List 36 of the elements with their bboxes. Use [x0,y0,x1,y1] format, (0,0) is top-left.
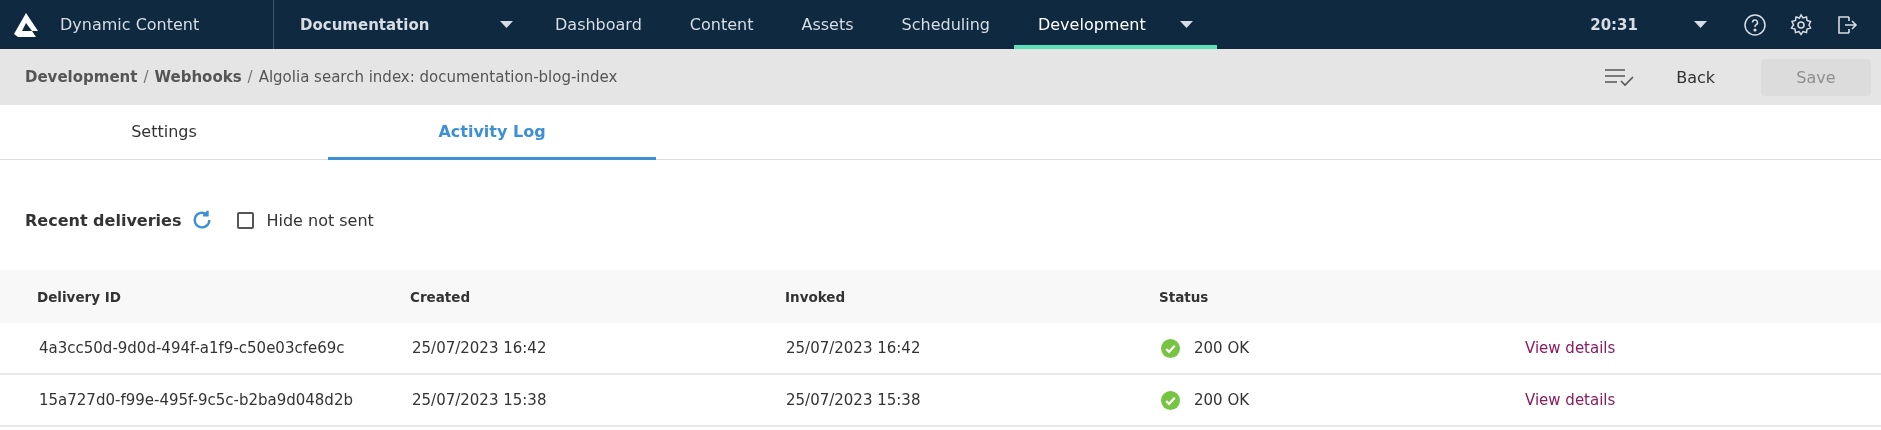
nav-tab[interactable]: Assets [777,0,878,49]
nav-tab[interactable]: Scheduling [877,0,1014,49]
app-name: Dynamic Content [60,15,200,34]
tab[interactable]: Settings [0,105,328,160]
column-header: Created [373,270,748,323]
table-cell: 15a727d0-f99e-495f-9c5c-b2ba9d048d2b [0,375,373,427]
logo-icon [12,11,40,38]
breadcrumb-item: Algolia search index: documentation-blog-index [258,68,618,86]
table-cell: 25/07/2023 15:38 [748,375,1122,427]
settings-icon[interactable] [1789,12,1813,37]
table-cell: 25/07/2023 15:38 [373,375,748,427]
back-button[interactable]: Back [1670,66,1721,88]
breadcrumb-item[interactable]: Webhooks [154,68,242,86]
section-title: Recent deliveries [25,210,182,230]
breadcrumb-separator: / [247,68,253,86]
nav-tab[interactable]: Dashboard [531,0,666,49]
column-header: Invoked [748,270,1122,323]
caret-icon [1694,21,1707,28]
view-details-link[interactable]: View details [1525,339,1616,357]
column-header: Delivery ID [0,270,373,323]
table-cell: 4a3cc50d-9d0d-494f-a1f9-c50e03cfe69c [0,323,373,375]
column-header: Status [1122,270,1512,323]
checklist-icon[interactable] [1604,67,1635,87]
help-icon[interactable] [1743,12,1767,37]
status-text: 200 OK [1194,339,1250,357]
breadcrumb-item[interactable]: Development [25,68,138,86]
caret-icon [500,21,513,28]
breadcrumb-separator: / [143,68,149,86]
table-cell: 25/07/2023 16:42 [373,323,748,375]
hide-not-sent-checkbox[interactable]: Hide not sent [237,210,374,230]
nav-tab[interactable]: Content [665,0,778,49]
table-cell: 25/07/2023 16:42 [748,323,1122,375]
status-text: 200 OK [1194,391,1250,409]
view-details-link[interactable]: View details [1525,391,1616,409]
clock-dropdown[interactable]: 20:31 [1590,15,1707,34]
hub-selector[interactable]: Documentation [274,0,521,49]
